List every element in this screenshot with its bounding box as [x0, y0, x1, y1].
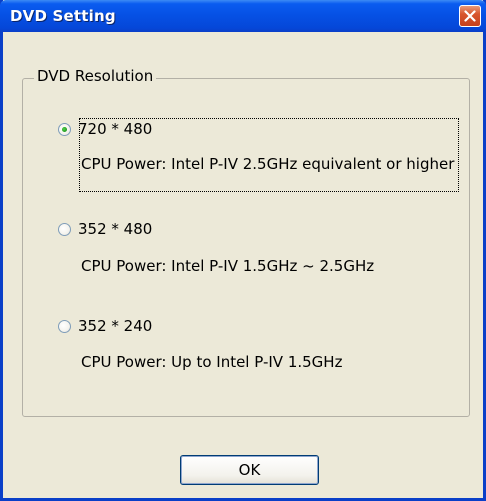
radio-label-352x240: 352 * 240	[78, 317, 153, 335]
title-bar[interactable]: DVD Setting	[0, 0, 486, 32]
window-title: DVD Setting	[10, 7, 116, 25]
radio-352x240[interactable]: 352 * 240	[58, 315, 152, 337]
description-352x240: CPU Power: Up to Intel P-IV 1.5GHz	[81, 353, 343, 371]
radio-button-checked[interactable]	[58, 122, 71, 136]
close-icon	[464, 10, 476, 22]
radio-button[interactable]	[58, 319, 71, 333]
ok-button[interactable]: OK	[180, 455, 319, 485]
radio-352x480[interactable]: 352 * 480	[58, 218, 152, 240]
group-legend: DVD Resolution	[34, 67, 157, 85]
description-352x480: CPU Power: Intel P-IV 1.5GHz ~ 2.5GHz	[81, 257, 375, 275]
radio-button[interactable]	[58, 222, 71, 236]
description-720x480: CPU Power: Intel P-IV 2.5GHz equivalent …	[81, 155, 455, 173]
radio-label-352x480: 352 * 480	[78, 220, 153, 238]
close-button[interactable]	[459, 5, 481, 27]
